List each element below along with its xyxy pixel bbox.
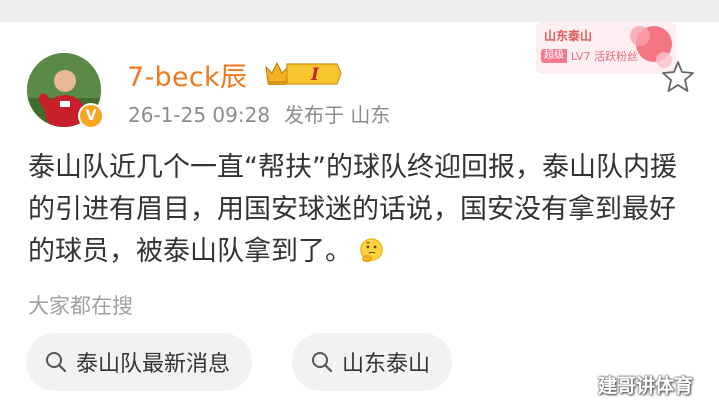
- fan-badge-level: 超级 LV7 活跃粉丝: [541, 49, 638, 63]
- search-chip-label: 山东泰山: [342, 352, 431, 377]
- watermark: 建哥讲体育: [598, 375, 694, 397]
- post-location: 发布于 山东: [284, 103, 391, 127]
- verified-badge-icon: V: [78, 103, 104, 129]
- fan-badge[interactable]: 山东泰山 超级 LV7 活跃粉丝: [536, 22, 676, 74]
- search-section-title: 大家都在搜: [28, 294, 133, 318]
- favorite-star-icon[interactable]: [660, 58, 696, 94]
- fan-badge-team: 山东泰山: [544, 29, 593, 43]
- username[interactable]: 7-beck辰: [127, 55, 247, 94]
- thinking-emoji-icon: [360, 238, 383, 263]
- search-chip-label: 泰山队最新消息: [76, 352, 231, 377]
- search-icon: [312, 352, 333, 373]
- search-chip-taishan-news[interactable]: 泰山队最新消息: [26, 333, 253, 391]
- post-date: 26-1-25 09:28: [128, 103, 271, 127]
- member-crown-icon: I: [265, 61, 342, 85]
- fan-badge-level-text: LV7 活跃粉丝: [571, 50, 638, 63]
- fan-badge-tag: 超级: [541, 49, 567, 63]
- search-icon: [46, 352, 67, 373]
- search-chip-shandong-taishan[interactable]: 山东泰山: [292, 333, 453, 391]
- post-text-content: 泰山队近几个一直“帮扶”的球队终迎回报，泰山队内援的引进有眉目，用国安球迷的话说…: [28, 152, 677, 267]
- top-strip: [0, 0, 719, 22]
- level-badge-text: I: [310, 65, 320, 85]
- post-meta: 26-1-25 09:28 发布于 山东: [128, 99, 390, 128]
- post-text: 泰山队近几个一直“帮扶”的球队终迎回报，泰山队内援的引进有眉目，用国安球迷的话说…: [28, 147, 698, 273]
